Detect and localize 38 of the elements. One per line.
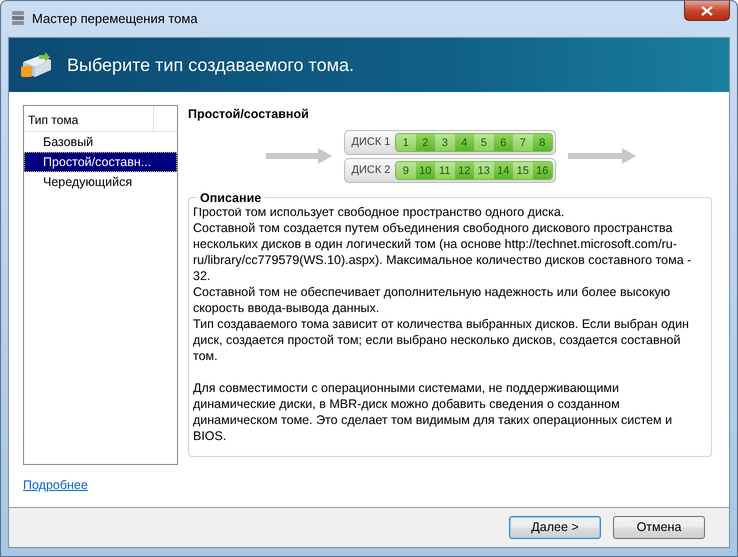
disk-segment: 8 — [532, 134, 552, 151]
disk-segment: 12 — [454, 162, 474, 179]
next-button[interactable]: Далее > — [509, 516, 601, 539]
disk-segment: 14 — [494, 162, 513, 179]
column-header[interactable]: Тип тома — [24, 106, 154, 131]
section-title: Простой/составной — [188, 106, 310, 123]
description-text: Составной том создается путем объединения свободного дискового пространства нескольких дисков в один логический том (на основе http://technet.microsoft.com/ru-ru/library/cc779579(WS.10).aspx). Максимальное количество дисков составного тома - 32. — [193, 220, 692, 284]
close-button[interactable] — [684, 1, 730, 21]
page-heading: Выберите тип создаваемого тома. — [67, 54, 354, 77]
disk-label: ДИСК 2 — [350, 163, 392, 178]
disk-segment: 13 — [474, 162, 494, 179]
disk-segment: 15 — [513, 162, 532, 179]
disk-segment: 16 — [532, 162, 552, 179]
arrow-icon — [568, 148, 636, 164]
description-text: Для совместимости с операционными системами, не поддерживающими динамические диски, в MBR-диск можно добавить сведения о созданном динамическом томе. Это сделает том видимым для таких операционных систем и BIOS. — [193, 380, 674, 444]
disk-segment: 2 — [416, 134, 435, 151]
close-icon — [700, 6, 714, 16]
disk-segment: 7 — [513, 134, 532, 151]
disk-segment: 9 — [396, 162, 416, 179]
disk-stack-icon — [10, 10, 26, 28]
disk-segment: 10 — [416, 162, 435, 179]
description-text: Тип создаваемого тома зависит от количества выбранных дисков. Если выбран один диск, создается простой том; если выбрано несколько дисков, создается составной том. — [193, 316, 690, 364]
more-info-link[interactable]: Подробнее — [23, 476, 88, 495]
disk-segment: 3 — [435, 134, 454, 151]
disk-label: ДИСК 1 — [350, 135, 392, 150]
disk-segment: 11 — [435, 162, 454, 179]
volume-wizard-icon — [19, 50, 53, 80]
window-title: Мастер перемещения тома — [32, 10, 198, 28]
disk-segment: 5 — [474, 134, 494, 151]
disk-segment: 4 — [454, 134, 474, 151]
description-text: Составной том не обеспечивает дополнительную надежность или более высокую скорость ввода-вывода данных. — [193, 284, 672, 316]
disk-segment: 1 — [396, 134, 416, 151]
list-item[interactable]: Чередующийся — [24, 172, 177, 192]
cancel-button[interactable]: Отмена — [613, 516, 705, 539]
disk-segment: 6 — [494, 134, 513, 151]
arrow-icon — [266, 148, 332, 164]
list-item[interactable]: Простой/составн... — [24, 152, 177, 172]
list-item[interactable]: Базовый — [24, 132, 177, 152]
